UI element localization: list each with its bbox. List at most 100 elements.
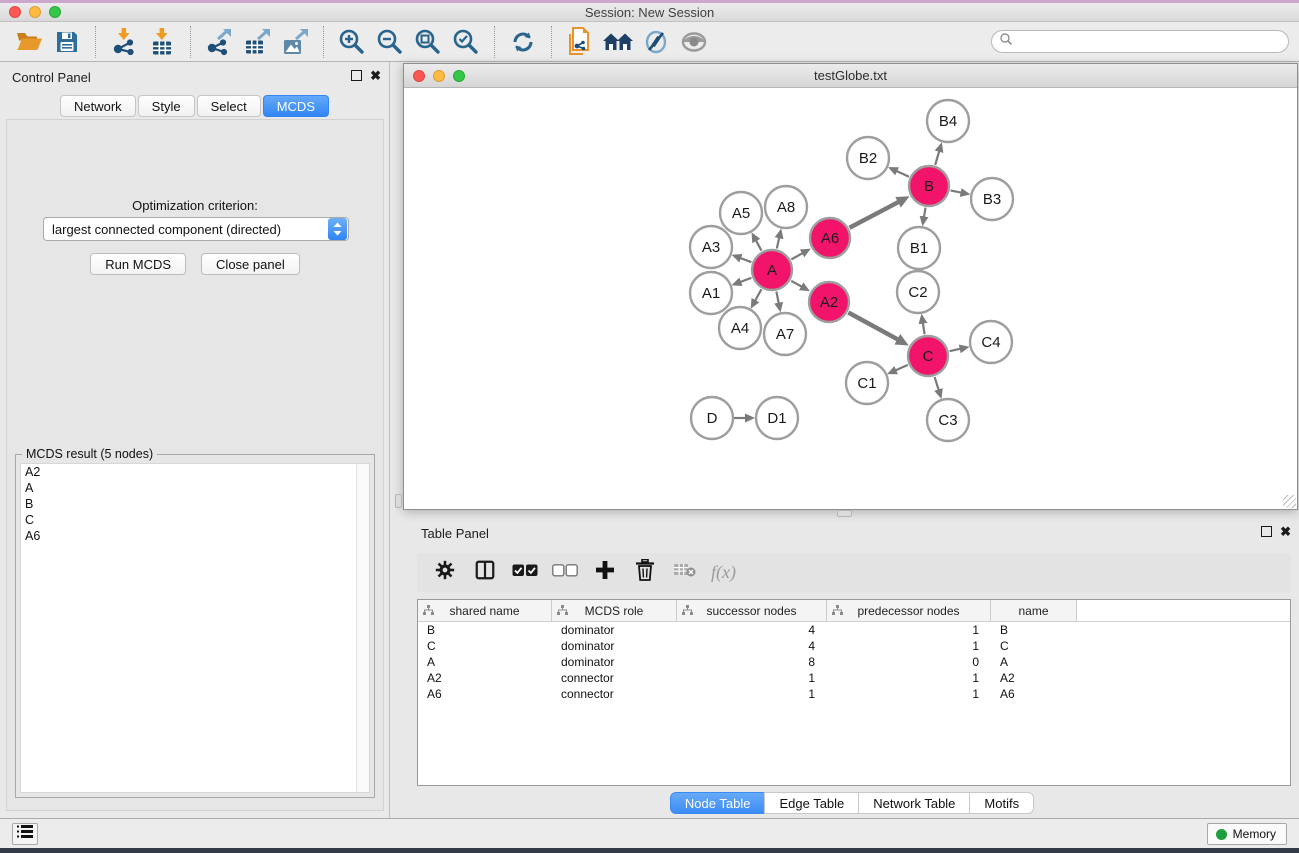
table-row[interactable]: A6connector11A6 [418,686,1290,702]
column-header[interactable]: successor nodes [677,600,827,621]
hide-labels-button[interactable] [637,25,675,59]
optimization-criterion-dropdown[interactable]: largest connected component (directed) [43,217,349,241]
table-row[interactable]: Cdominator41C [418,638,1290,654]
show-column-button[interactable] [467,557,503,589]
table-cell[interactable]: A [991,655,1077,669]
graph-edge[interactable] [777,237,780,248]
graph-node[interactable]: B [909,166,949,206]
open-file-button[interactable] [10,25,48,59]
mcds-result-list[interactable]: A2ABCA6 [20,463,370,793]
graph-node[interactable]: A2 [809,282,849,322]
table-cell[interactable]: 1 [827,687,991,701]
zoom-out-button[interactable] [371,25,409,59]
table-cell[interactable]: 0 [827,655,991,669]
graph-edge[interactable] [850,202,899,228]
graph-node[interactable]: C3 [927,399,969,441]
graph-node[interactable]: C1 [846,362,888,404]
result-item[interactable]: A2 [21,464,369,480]
graph-edge[interactable] [896,171,909,177]
table-settings-button[interactable] [427,557,463,589]
table-cell[interactable]: 4 [677,639,827,653]
zoom-fit-button[interactable] [409,25,447,59]
table-cell[interactable]: connector [552,671,677,685]
graph-edge[interactable] [848,313,898,340]
result-scrollbar[interactable] [356,464,369,792]
column-header[interactable]: predecessor nodes [827,600,991,621]
tab-motifs[interactable]: Motifs [969,792,1034,814]
tab-style[interactable]: Style [138,95,195,117]
graph-edge[interactable] [756,240,762,251]
delete-column-button[interactable] [627,557,663,589]
table-cell[interactable]: A2 [418,671,552,685]
graph-node[interactable]: B1 [898,227,940,269]
window-resize-grip[interactable] [1283,495,1296,508]
select-all-button[interactable] [507,557,543,589]
search-field[interactable] [991,30,1289,53]
graph-edge[interactable] [791,281,802,287]
table-cell[interactable]: dominator [552,639,677,653]
table-cell[interactable]: B [418,623,552,637]
result-item[interactable]: A6 [21,528,369,544]
graph-node[interactable]: B2 [847,137,889,179]
create-column-button[interactable] [587,557,623,589]
table-row[interactable]: A2connector11A2 [418,670,1290,686]
export-network-button[interactable] [200,25,238,59]
tab-node-table[interactable]: Node Table [670,792,766,814]
float-table-panel-icon[interactable] [1261,526,1272,537]
zoom-in-button[interactable] [333,25,371,59]
export-image-button[interactable] [276,25,314,59]
result-item[interactable]: C [21,512,369,528]
graph-node[interactable]: A4 [719,307,761,349]
table-cell[interactable]: A2 [991,671,1077,685]
tab-network-table[interactable]: Network Table [858,792,970,814]
eye-button[interactable] [675,25,713,59]
graph-edge[interactable] [791,253,803,259]
table-cell[interactable]: connector [552,687,677,701]
graph-node[interactable]: C2 [897,271,939,313]
graph-node[interactable]: A8 [765,186,807,228]
table-row[interactable]: Bdominator41B [418,622,1290,638]
result-item[interactable]: A [21,480,369,496]
zoom-selected-button[interactable] [447,25,485,59]
run-mcds-button[interactable]: Run MCDS [90,253,186,275]
import-network-button[interactable] [105,25,143,59]
graph-edge[interactable] [755,289,761,301]
graph-node[interactable]: C [908,336,948,376]
graph-node[interactable]: A6 [810,218,850,258]
close-table-panel-icon[interactable]: ✖ [1280,526,1291,537]
graph-node[interactable]: B3 [971,178,1013,220]
table-cell[interactable]: A6 [418,687,552,701]
table-cell[interactable]: 1 [827,623,991,637]
graph-edge[interactable] [935,151,939,165]
graph-edge[interactable] [895,365,908,371]
graph-edge[interactable] [951,190,962,192]
table-cell[interactable]: 1 [677,687,827,701]
float-panel-icon[interactable] [351,70,362,81]
table-cell[interactable]: 1 [827,639,991,653]
table-cell[interactable]: C [991,639,1077,653]
graph-edge[interactable] [923,323,925,335]
table-cell[interactable]: dominator [552,655,677,669]
panel-divider-handle[interactable] [395,494,402,508]
close-panel-button[interactable]: Close panel [201,253,300,275]
table-cell[interactable]: A6 [991,687,1077,701]
task-history-button[interactable] [12,823,38,845]
export-table-button[interactable] [238,25,276,59]
network-window-titlebar[interactable]: testGlobe.txt [404,64,1297,88]
node-table[interactable]: shared nameMCDS rolesuccessor nodesprede… [417,599,1291,786]
graph-edge[interactable] [776,292,778,304]
graph-edge[interactable] [740,258,751,262]
table-cell[interactable]: dominator [552,623,677,637]
network-canvas[interactable]: B4B2BB3A5A8A6A3B1AA1C2A2A4A7C4CC1C3DD1 [404,88,1297,509]
tab-select[interactable]: Select [197,95,261,117]
import-table-button[interactable] [143,25,181,59]
graph-node[interactable]: A [752,250,792,290]
table-cell[interactable]: A [418,655,552,669]
save-session-button[interactable] [48,25,86,59]
graph-edge[interactable] [924,208,926,218]
graph-edge[interactable] [950,349,961,352]
deselect-all-button[interactable] [547,557,583,589]
table-cell[interactable]: 4 [677,623,827,637]
tab-mcds[interactable]: MCDS [263,95,329,117]
tab-network[interactable]: Network [60,95,136,117]
